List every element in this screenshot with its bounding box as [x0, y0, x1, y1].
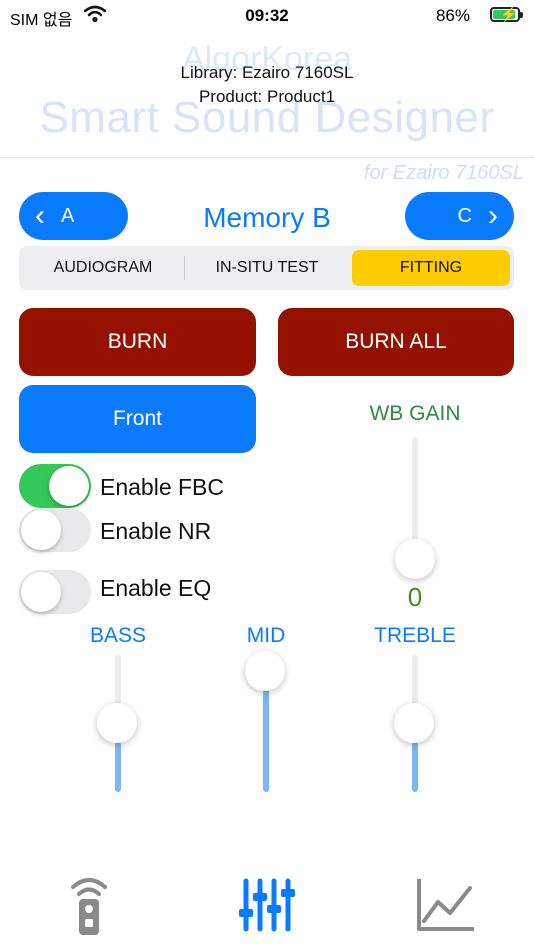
status-bar: SIM 없음 09:32 86% ⚡	[0, 0, 534, 32]
fbc-toggle-knob	[49, 466, 89, 506]
battery-percent: 86%	[435, 6, 470, 25]
tab-in-situ-test[interactable]: IN-SITU TEST	[187, 250, 347, 286]
equalizer-sliders-icon[interactable]	[236, 875, 296, 935]
wb-gain-value: 0	[407, 582, 423, 612]
treble-label: TREBLE	[374, 624, 456, 647]
front-button[interactable]: Front	[19, 385, 256, 453]
app-subtitle: for Ezairo 7160SL	[363, 162, 524, 184]
segment-divider	[184, 256, 185, 280]
next-memory-label: C	[457, 204, 472, 227]
eq-toggle-knob	[21, 572, 61, 612]
wb-gain-slider-knob[interactable]	[395, 539, 435, 579]
nr-label: Enable NR	[100, 518, 212, 544]
header-divider	[0, 157, 534, 158]
battery-icon: ⚡	[490, 6, 523, 22]
treble-slider-knob[interactable]	[394, 703, 434, 743]
nr-toggle[interactable]	[19, 508, 91, 552]
bass-slider-fill	[115, 742, 121, 792]
bass-slider-knob[interactable]	[97, 703, 137, 743]
nr-toggle-knob	[21, 510, 61, 550]
fbc-toggle[interactable]	[19, 464, 91, 508]
treble-slider-fill	[412, 742, 418, 792]
tab-audiogram[interactable]: AUDIOGRAM	[23, 250, 183, 286]
fbc-label: Enable FBC	[100, 474, 225, 500]
mid-slider-fill	[263, 688, 269, 792]
mid-label: MID	[246, 624, 286, 647]
burn-all-button[interactable]: BURN ALL	[278, 308, 514, 376]
product-label: Product: Product1	[198, 87, 336, 106]
eq-label: Enable EQ	[100, 575, 212, 601]
line-chart-icon[interactable]	[414, 876, 474, 936]
bass-label: BASS	[89, 624, 147, 647]
library-label: Library: Ezairo 7160SL	[180, 63, 354, 82]
chevron-right-icon: ›	[488, 199, 498, 232]
burn-button[interactable]: BURN	[19, 308, 256, 376]
eq-toggle[interactable]	[19, 570, 91, 614]
mid-slider-knob[interactable]	[245, 651, 285, 691]
remote-control-icon[interactable]	[59, 873, 119, 935]
tab-fitting[interactable]: FITTING	[352, 250, 510, 286]
next-memory-button[interactable]: C ›	[405, 192, 514, 240]
mode-segmented-control: AUDIOGRAM IN-SITU TEST FITTING	[19, 246, 514, 290]
wb-gain-label: WB GAIN	[369, 402, 461, 425]
